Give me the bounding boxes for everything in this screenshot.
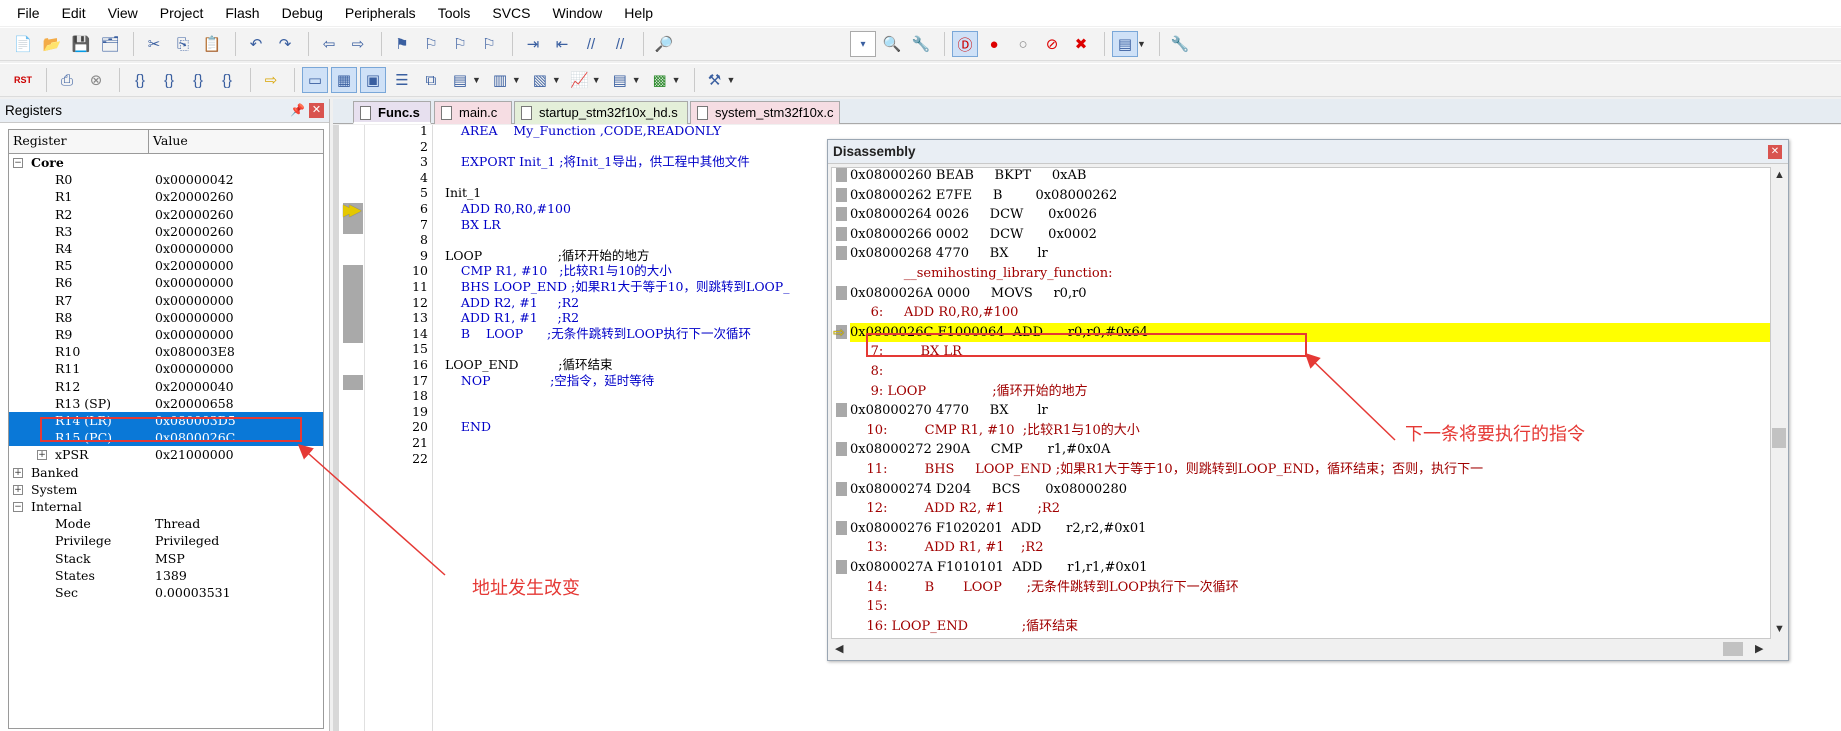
annotation-next-instruction: 下一条将要执行的指令 bbox=[1405, 424, 1585, 445]
annotation-arrows bbox=[297, 352, 1396, 576]
keil-uvision-window: File Edit View Project Flash Debug Perip… bbox=[0, 0, 1841, 731]
annotation-arrow-lr bbox=[297, 444, 446, 576]
annotation-address-changed: 地址发生改变 bbox=[472, 578, 580, 599]
annotation-arrow-next bbox=[1304, 352, 1396, 441]
